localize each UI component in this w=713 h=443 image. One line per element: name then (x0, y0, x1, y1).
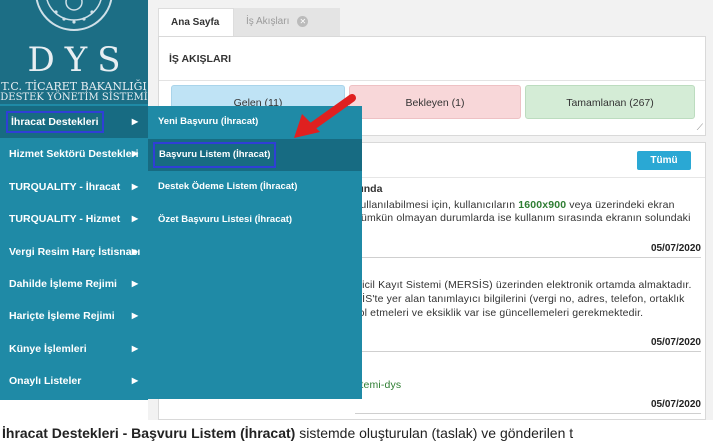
news-line: SİS'te yer alan tanımlayıcı bilgilerini … (355, 293, 685, 305)
sidebar-item-inward-processing[interactable]: Dahilde İşleme Rejimi ▶ (0, 268, 148, 300)
sidebar-item-turquality-export[interactable]: TURQUALITY - İhracat ▶ (0, 171, 148, 203)
news-date: 05/07/2020 (650, 243, 701, 254)
sidebar-menu: İhracat Destekleri ▶ Hizmet Sektörü Deste… (0, 106, 148, 398)
logo-title: DYS (27, 40, 131, 80)
sidebar-item-outward-processing[interactable]: Hariçte İşleme Rejimi ▶ (0, 300, 148, 332)
submenu-item-application-list[interactable]: Başvuru Listem (İhracat) (148, 138, 362, 171)
chevron-right-icon: ▶ (131, 311, 138, 321)
emblem-icon (35, 0, 113, 31)
chevron-right-icon: ▶ (131, 376, 138, 386)
submenu-item-label: Destek Ödeme Listem (İhracat) (158, 181, 298, 192)
news-date: 05/07/2020 (650, 399, 701, 410)
caption-text: İhracat Destekleri - Başvuru Listem (İhr… (0, 423, 713, 443)
sidebar: DYS T.C. TİCARET BAKANLIĞI DESTEK YÖNETİ… (0, 0, 148, 400)
sidebar-item-identity[interactable]: Künye İşlemleri ▶ (0, 333, 148, 365)
sidebar-item-label: Vergi Resim Harç İstisnası (9, 245, 141, 258)
sidebar-item-label: TURQUALITY - Hizmet (9, 213, 121, 226)
divider (355, 413, 701, 414)
chevron-right-icon: ▶ (131, 117, 138, 126)
news-text: kullanılabilmesi için, kullanıcıların (355, 199, 519, 211)
view-all-button[interactable]: Tümü (637, 151, 691, 170)
news-line: nümkün olmayan durumlarda ise kullanım s… (355, 212, 691, 224)
submenu-item-label: Yeni Başvuru (İhracat) (158, 116, 259, 127)
chevron-right-icon: ▶ (131, 149, 138, 159)
chevron-right-icon: ▶ (131, 278, 138, 288)
chevron-right-icon: ▶ (131, 343, 138, 353)
red-pointer-arrow-icon (294, 94, 356, 138)
sidebar-item-tax-exemption[interactable]: Vergi Resim Harç İstisnası ▶ (0, 236, 148, 268)
sidebar-item-label: Hizmet Sektörü Destekleri (9, 148, 139, 161)
logo-subtitle: DESTEK YÖNETİM SİSTEMİ (0, 92, 148, 103)
sidebar-item-label: Onaylı Listeler (9, 375, 82, 388)
chevron-right-icon: ▶ (131, 246, 138, 256)
resize-handle-icon[interactable]: ⟋ (697, 122, 703, 133)
tab-home-label: Ana Sayfa (171, 17, 220, 28)
close-icon[interactable]: ✕ (297, 15, 309, 27)
completed-button[interactable]: Tamamlanan (267) (525, 85, 695, 119)
pending-button[interactable]: Bekleyen (1) (349, 85, 521, 119)
caption-bold: İhracat Destekleri - Başvuru Listem (İhr… (2, 425, 296, 441)
divider (355, 257, 701, 258)
caption-rest: sistemde oluşturulan (taslak) ve gönderi… (295, 425, 574, 441)
sidebar-item-label: Künye İşlemleri (9, 342, 87, 355)
divider (355, 351, 701, 352)
submenu-item-payment-list[interactable]: Destek Ödeme Listem (İhracat) (148, 171, 362, 204)
news-line: rol etmeleri ve eksiklik var ise güncell… (355, 307, 644, 319)
sidebar-item-label: Hariçte İşleme Rejimi (9, 310, 115, 323)
news-text: veya üzerindeki ekran (566, 199, 675, 211)
chevron-right-icon: ▶ (131, 181, 138, 191)
news-line: kullanılabilmesi için, kullanıcıların 16… (355, 199, 699, 211)
news-date: 05/07/2020 (650, 337, 701, 348)
chevron-right-icon: ▶ (131, 214, 138, 224)
news-line: Sicil Kayıt Sistemi (MERSİS) üzerinden e… (355, 279, 692, 291)
submenu-item-label: Özet Başvuru Listesi (İhracat) (158, 213, 293, 225)
submenu-export-support: Yeni Başvuru (İhracat) Başvuru Listem (İ… (148, 106, 362, 399)
logo: DYS T.C. TİCARET BAKANLIĞI DESTEK YÖNETİ… (0, 0, 148, 104)
sidebar-item-turquality-service[interactable]: TURQUALITY - Hizmet ▶ (0, 203, 148, 235)
news-link[interactable]: stemi-dys (355, 379, 699, 391)
tab-workflows-label: İş Akışları (246, 16, 290, 27)
submenu-item-summary-list[interactable]: Özet Başvuru Listesi (İhracat) (148, 204, 362, 237)
divider (159, 80, 705, 81)
workflow-title: İŞ AKIŞLARI (169, 53, 232, 65)
tab-workflows[interactable]: İş Akışları ✕ (234, 8, 340, 36)
sidebar-item-label: İhracat Destekleri (6, 111, 104, 133)
submenu-item-label: Başvuru Listem (İhracat) (152, 141, 277, 168)
resolution-highlight: 1600x900 (518, 199, 567, 211)
sidebar-item-label: TURQUALITY - İhracat (9, 180, 121, 193)
sidebar-item-approved-lists[interactable]: Onaylı Listeler ▶ (0, 365, 148, 397)
sidebar-item-export-support[interactable]: İhracat Destekleri ▶ (0, 106, 148, 139)
sidebar-item-service-support[interactable]: Hizmet Sektörü Destekleri ▶ (0, 138, 148, 170)
tab-home[interactable]: Ana Sayfa (158, 8, 234, 36)
sidebar-item-label: Dahilde İşleme Rejimi (9, 277, 117, 290)
